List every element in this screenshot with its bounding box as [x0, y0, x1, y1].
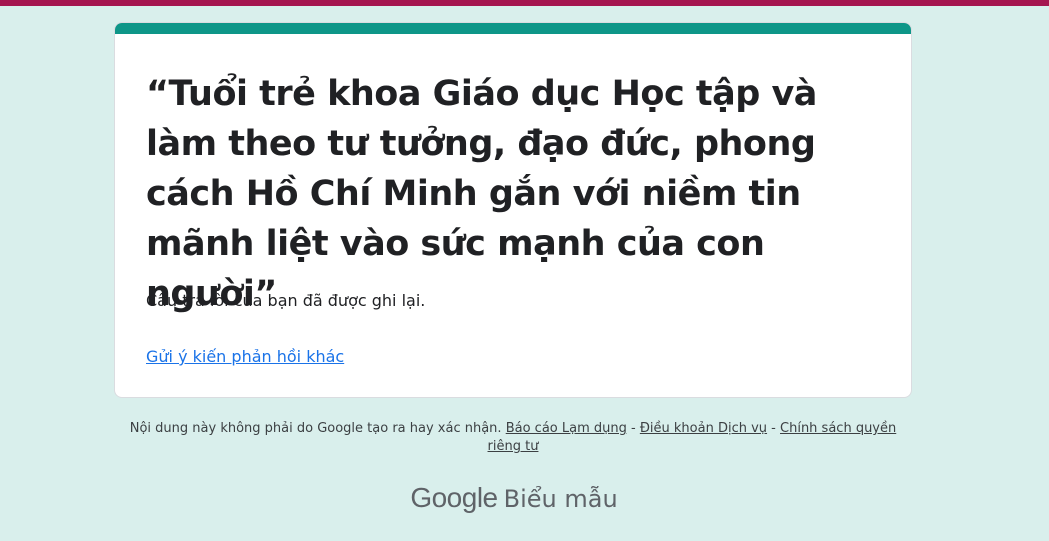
terms-of-service-link[interactable]: Điều khoản Dịch vụ [640, 421, 767, 436]
product-name: Biểu mẫu [503, 485, 618, 513]
card-accent-bar [115, 23, 911, 34]
confirmation-message: Câu trả lời của bạn đã được ghi lại. [146, 291, 426, 310]
google-forms-logo[interactable]: Google Biểu mẫu [0, 482, 1028, 514]
google-wordmark: Google [410, 482, 498, 513]
top-accent-strip [0, 0, 1049, 6]
confirmation-card: “Tuổi trẻ khoa Giáo dục Học tập và làm t… [114, 22, 912, 398]
form-title: “Tuổi trẻ khoa Giáo dục Học tập và làm t… [146, 74, 817, 314]
disclaimer-text: Nội dung này không phải do Google tạo ra… [129, 421, 502, 436]
footer-disclaimer: Nội dung này không phải do Google tạo ra… [114, 420, 912, 456]
submit-another-response-link[interactable]: Gửi ý kiến phản hồi khác [146, 347, 344, 366]
report-abuse-link[interactable]: Báo cáo Lạm dụng [506, 421, 627, 436]
footer-separator: - [767, 421, 781, 436]
footer-separator: - [626, 421, 640, 436]
